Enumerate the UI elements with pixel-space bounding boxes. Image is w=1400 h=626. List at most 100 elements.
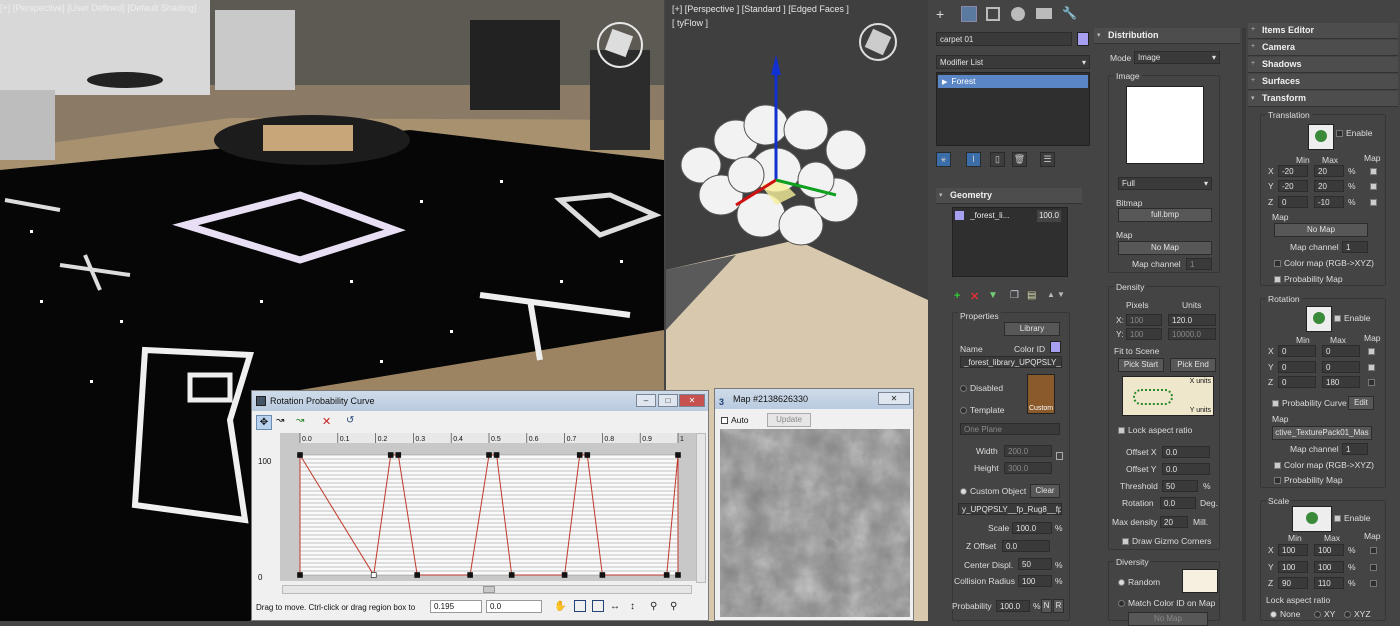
curve-point[interactable]: [370, 572, 377, 578]
move-up-icon[interactable]: ▲: [1047, 290, 1055, 299]
units-y-field[interactable]: 10000.0: [1168, 328, 1216, 340]
curve-point[interactable]: [584, 452, 591, 458]
move-down-icon[interactable]: ▼: [1057, 290, 1065, 299]
curve-point[interactable]: [486, 452, 492, 458]
custom-object-radio[interactable]: Custom Object: [960, 486, 1026, 496]
curve-point[interactable]: [675, 452, 681, 458]
s-xy-radio[interactable]: XY: [1314, 609, 1335, 619]
coord-y-field[interactable]: 0.0: [486, 600, 542, 613]
collision-field[interactable]: 100: [1018, 575, 1052, 587]
lock-aspect-checkbox[interactable]: Lock aspect ratio: [1118, 425, 1192, 435]
geometry-list-item[interactable]: _forest_li... 100.0: [955, 210, 1065, 222]
stack-item-forest[interactable]: ▶ Forest: [938, 75, 1088, 88]
translation-enable[interactable]: Enable: [1336, 128, 1372, 138]
probability-curve-checkbox[interactable]: Probability Curve: [1272, 398, 1347, 408]
create-tab-icon[interactable]: +: [936, 6, 952, 22]
probability-field[interactable]: 100.0: [996, 600, 1030, 612]
show-end-result-icon[interactable]: I: [966, 152, 981, 167]
map-close-button[interactable]: ✕: [878, 392, 910, 405]
edit-curve-button[interactable]: Edit: [1348, 396, 1374, 410]
zoom-horizontal-icon[interactable]: ↔: [610, 601, 620, 612]
offset-y-field[interactable]: 0.0: [1162, 463, 1210, 475]
zoom-region-icon[interactable]: [592, 600, 604, 612]
match-color-radio[interactable]: Match Color ID on Map: [1118, 598, 1215, 608]
scale-enable[interactable]: Enable: [1334, 513, 1370, 523]
custom-thumbnail[interactable]: Custom: [1027, 374, 1055, 414]
s-y-map-check[interactable]: [1370, 564, 1377, 571]
diversity-map-button[interactable]: No Map: [1128, 612, 1208, 626]
s-z-map-check[interactable]: [1370, 580, 1377, 587]
curve-point[interactable]: [467, 572, 473, 578]
viewport-mid-label[interactable]: [+] [Perspective ] [Standard ] [Edged Fa…: [672, 4, 849, 14]
curve-point[interactable]: [414, 572, 420, 578]
s-z-max[interactable]: 110: [1314, 577, 1344, 589]
curve-point[interactable]: [297, 452, 303, 458]
shadows-header[interactable]: + Shadows: [1248, 57, 1398, 73]
draw-gizmo-checkbox[interactable]: Draw Gizmo Corners: [1122, 536, 1211, 546]
color-id-swatch[interactable]: [1050, 341, 1061, 353]
make-unique-icon[interactable]: ▯: [990, 152, 1005, 167]
r-y-max[interactable]: 0: [1322, 361, 1360, 373]
s-none-radio[interactable]: None: [1270, 609, 1300, 619]
object-field[interactable]: y_UPQPSLY__fp_Rug8__fp_: [958, 503, 1062, 515]
viewport-left-label[interactable]: [+] [Perspective] [User Defined] [Defaul…: [0, 3, 196, 13]
lock-icon[interactable]: [1056, 452, 1063, 460]
pick-start-button[interactable]: Pick Start: [1118, 358, 1164, 372]
paste-icon[interactable]: ▤: [1027, 290, 1036, 301]
utilities-tab-icon[interactable]: 🔧: [1062, 6, 1077, 22]
rotation-enable[interactable]: Enable: [1334, 313, 1370, 323]
s-xyz-radio[interactable]: XYZ: [1344, 609, 1371, 619]
r-map-button[interactable]: ctive_TexturePack01_Mas: [1272, 426, 1372, 440]
camera-header[interactable]: + Camera: [1248, 40, 1398, 56]
update-button[interactable]: Update: [767, 413, 811, 427]
curve-graph[interactable]: 0.0 0.1 0.2 0.3 0.4 0.5 0.6 0.7 0.8 0.9 1: [280, 433, 698, 581]
distribution-image-preview[interactable]: [1126, 86, 1204, 164]
scrollbar[interactable]: [1242, 28, 1246, 621]
r-x-map-check[interactable]: [1368, 348, 1375, 355]
object-color-swatch[interactable]: [1077, 32, 1089, 46]
t-probability-map-checkbox[interactable]: Probability Map: [1274, 274, 1343, 284]
curve-point[interactable]: [599, 572, 606, 578]
map-texture-preview[interactable]: [720, 429, 910, 617]
r-z-min[interactable]: 0: [1278, 376, 1316, 388]
zoom-extents-icon[interactable]: [574, 600, 586, 612]
mode-dropdown[interactable]: Image ▾: [1134, 51, 1220, 64]
auto-checkbox[interactable]: Auto: [721, 415, 749, 425]
curve-point[interactable]: [561, 572, 568, 578]
width-field[interactable]: 200.0: [1004, 445, 1052, 457]
r-z-map-check[interactable]: [1368, 379, 1375, 386]
curve-point[interactable]: [663, 572, 670, 578]
one-plane-dropdown[interactable]: One Plane: [960, 423, 1060, 435]
s-y-max[interactable]: 100: [1314, 561, 1344, 573]
transform-header[interactable]: ▾ Transform: [1248, 91, 1398, 107]
delete-icon[interactable]: ✕: [970, 290, 979, 303]
fit-dropdown[interactable]: Full ▾: [1118, 177, 1212, 190]
s-x-map-check[interactable]: [1370, 547, 1377, 554]
map-channel-field[interactable]: 1: [1186, 258, 1212, 270]
t-x-min[interactable]: -20: [1278, 165, 1308, 177]
r-map-channel-field[interactable]: 1: [1342, 443, 1368, 455]
bitmap-button[interactable]: full.bmp: [1118, 208, 1212, 222]
coord-x-field[interactable]: 0.195: [430, 600, 482, 613]
pan-icon[interactable]: ✋: [554, 601, 566, 612]
s-y-min[interactable]: 100: [1278, 561, 1308, 573]
items-editor-header[interactable]: + Items Editor: [1248, 23, 1398, 39]
offset-x-field[interactable]: 0.0: [1162, 446, 1210, 458]
s-x-max[interactable]: 100: [1314, 544, 1344, 556]
height-field[interactable]: 300.0: [1004, 462, 1052, 474]
r-y-map-check[interactable]: [1368, 364, 1375, 371]
hscroll-thumb[interactable]: [483, 586, 495, 593]
t-x-max[interactable]: 20: [1314, 165, 1344, 177]
zoom-icon[interactable]: ⚲: [650, 601, 657, 612]
curve-point[interactable]: [675, 572, 681, 578]
zoom-vertical-icon[interactable]: ↕: [630, 601, 635, 612]
name-field[interactable]: _forest_library_UPQPSLY_: [960, 356, 1062, 368]
scale-tool-icon[interactable]: ↝: [276, 415, 284, 426]
units-x-field[interactable]: 120.0: [1168, 314, 1216, 326]
n-button[interactable]: N: [1041, 599, 1052, 613]
distribution-rollout-header[interactable]: ▾ Distribution: [1094, 28, 1240, 44]
t-z-map-check[interactable]: [1370, 199, 1377, 206]
pin-stack-icon[interactable]: ⚹: [936, 152, 951, 167]
curve-point[interactable]: [395, 452, 402, 458]
rotation-field[interactable]: 0.0: [1160, 497, 1196, 509]
